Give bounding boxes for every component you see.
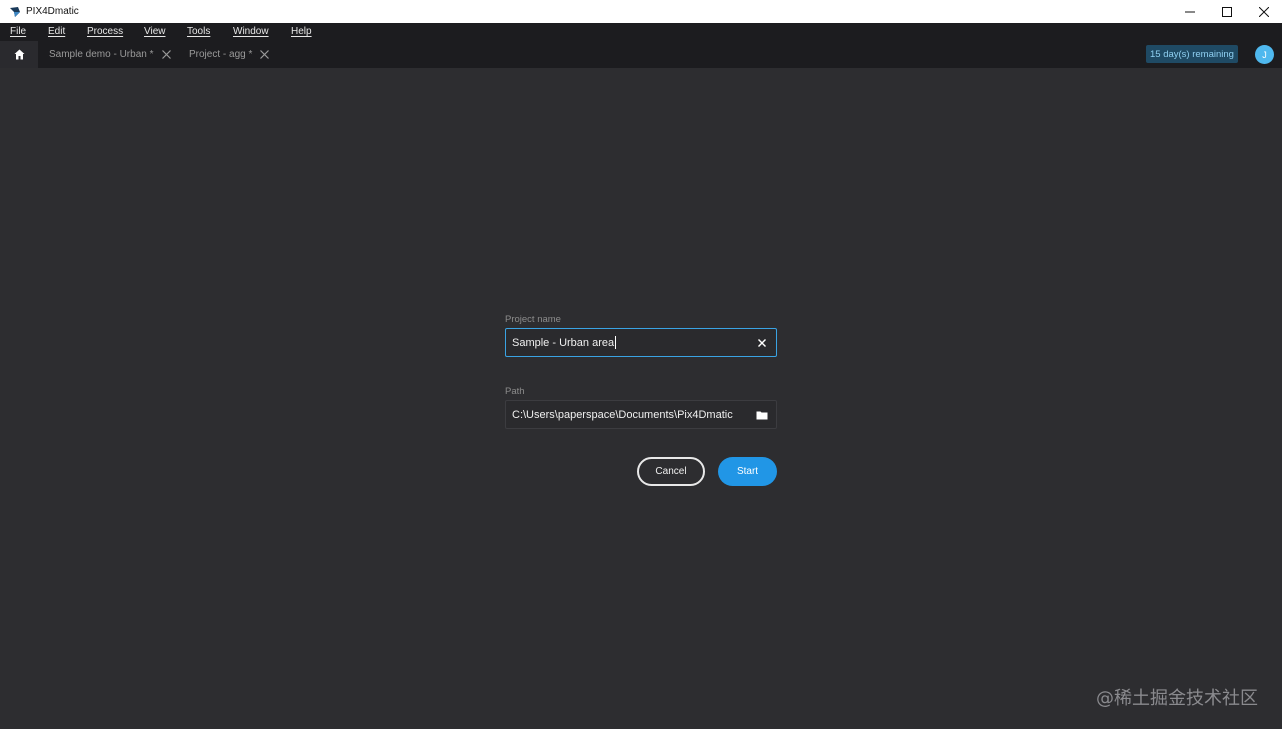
close-tab-icon[interactable]: [161, 50, 171, 59]
title-bar: PIX4Dmatic: [0, 0, 1282, 23]
trial-remaining-badge[interactable]: 15 day(s) remaining: [1146, 45, 1238, 63]
clear-icon: [757, 338, 766, 347]
home-button[interactable]: [0, 41, 38, 68]
tab-project-agg[interactable]: Project - agg *: [189, 41, 270, 68]
tab-label: Project - agg *: [189, 49, 253, 60]
path-input[interactable]: C:\Users\paperspace\Documents\Pix4Dmatic: [505, 400, 777, 429]
menu-edit[interactable]: Edit: [48, 26, 65, 37]
window-title: PIX4Dmatic: [26, 6, 79, 17]
minimize-button[interactable]: [1171, 0, 1208, 23]
maximize-button[interactable]: [1208, 0, 1245, 23]
project-name-label: Project name: [505, 314, 561, 325]
close-icon: [1258, 6, 1269, 17]
menu-view[interactable]: View: [144, 26, 166, 37]
minimize-icon: [1184, 11, 1195, 12]
maximize-icon: [1221, 6, 1232, 17]
path-value: C:\Users\paperspace\Documents\Pix4Dmatic: [512, 408, 733, 421]
project-name-value: Sample - Urban area: [512, 336, 615, 349]
menu-help[interactable]: Help: [291, 26, 312, 37]
tab-sample-demo[interactable]: Sample demo - Urban *: [49, 41, 171, 68]
text-caret: [615, 336, 617, 349]
home-icon: [14, 49, 24, 60]
tab-bar: Sample demo - Urban * Project - agg * 15…: [0, 41, 1282, 68]
menu-file[interactable]: File: [10, 26, 26, 37]
close-tab-icon[interactable]: [260, 50, 270, 59]
menu-window[interactable]: Window: [233, 26, 269, 37]
tab-label: Sample demo - Urban *: [49, 49, 154, 60]
window-controls: [1171, 0, 1282, 23]
clear-input-button[interactable]: [755, 336, 768, 349]
menu-process[interactable]: Process: [87, 26, 123, 37]
browse-folder-button[interactable]: [755, 408, 768, 421]
menu-tools[interactable]: Tools: [187, 26, 210, 37]
project-name-input[interactable]: Sample - Urban area: [505, 328, 777, 357]
pix4d-logo-icon: [10, 6, 20, 17]
folder-icon: [756, 411, 767, 419]
path-label: Path: [505, 386, 525, 397]
menu-bar: File Edit Process View Tools Window Help: [0, 23, 1282, 41]
user-avatar[interactable]: J: [1255, 45, 1274, 64]
watermark-text: @稀土掘金技术社区: [1096, 688, 1258, 709]
cancel-button[interactable]: Cancel: [637, 457, 705, 486]
close-window-button[interactable]: [1245, 0, 1282, 23]
start-button[interactable]: Start: [718, 457, 777, 486]
